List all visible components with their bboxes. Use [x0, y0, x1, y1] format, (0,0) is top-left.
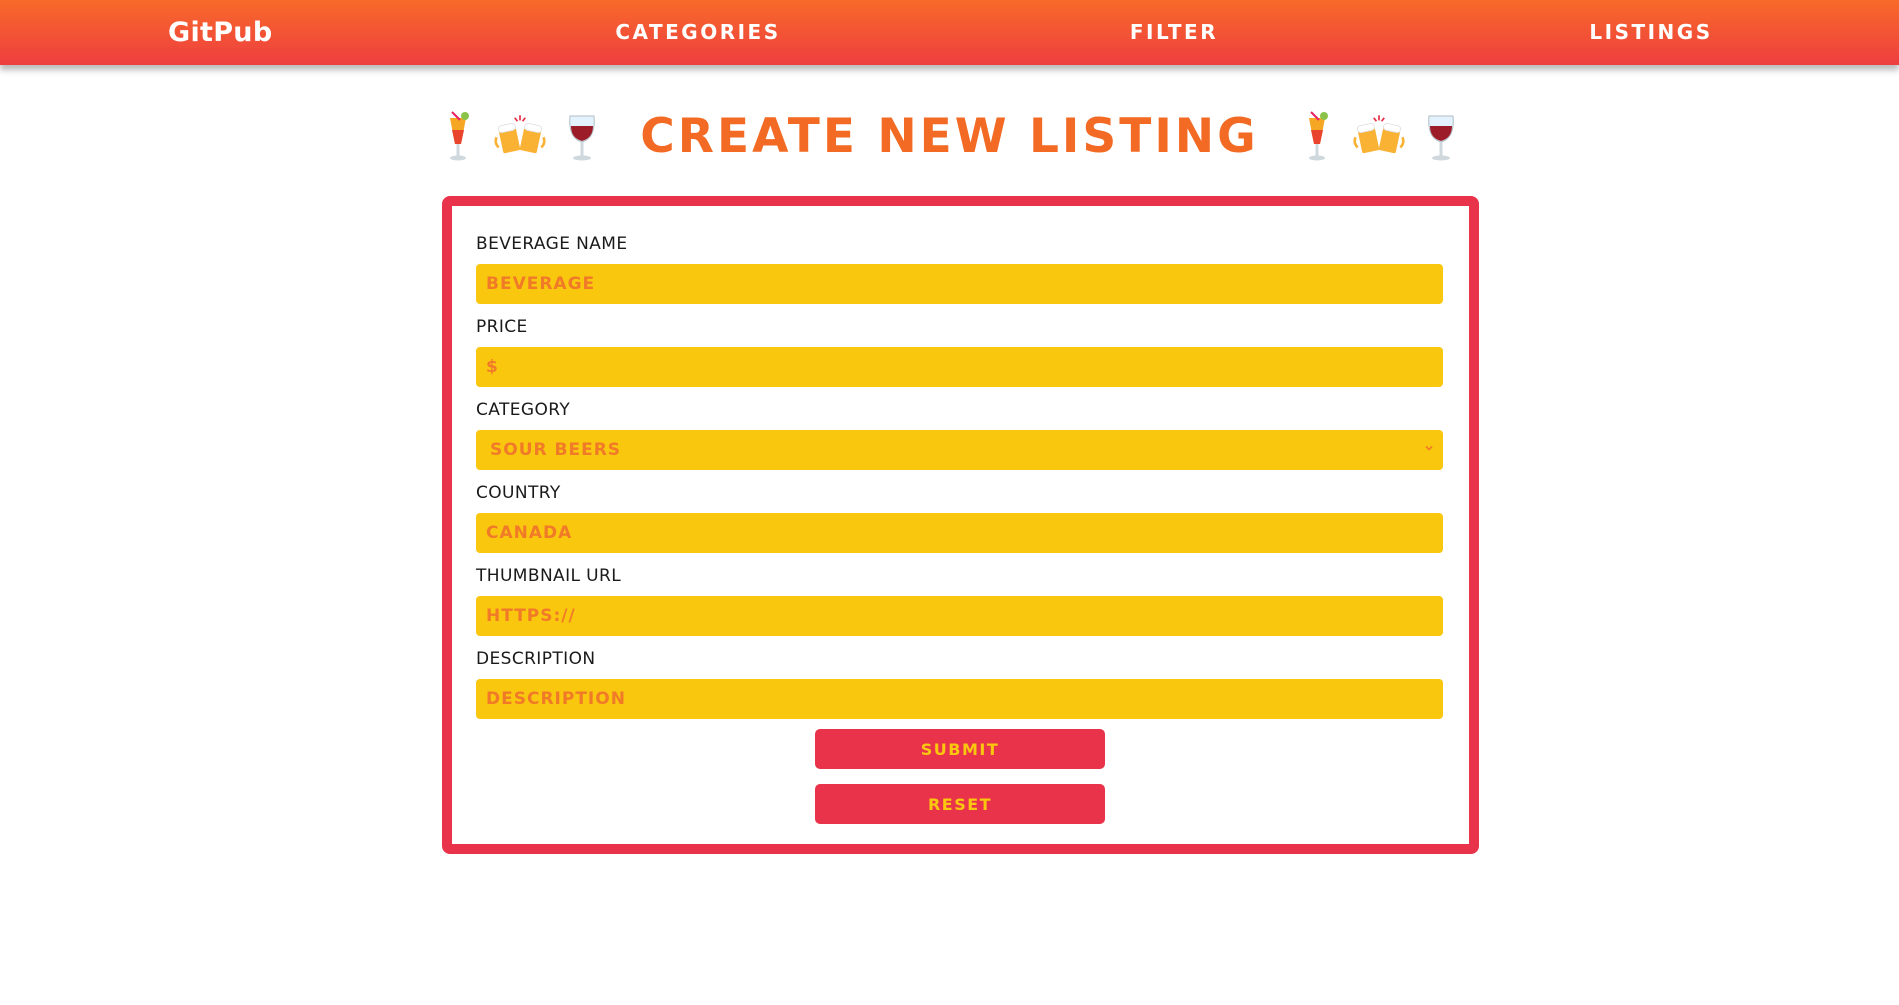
tropical-drink-icon	[450, 111, 470, 161]
category-label: CATEGORY	[476, 400, 571, 420]
price-input[interactable]	[476, 347, 1443, 387]
nav-link-listings[interactable]: LISTINGS	[1589, 0, 1712, 65]
submit-button[interactable]: SUBMIT	[815, 729, 1105, 769]
page-heading: CREATE NEW LISTING	[0, 100, 1899, 172]
chevron-down-icon	[1425, 445, 1433, 451]
thumbnail-url-field: THUMBNAIL URL	[476, 566, 1444, 636]
beverage-name-field: BEVERAGE NAME	[476, 234, 1444, 304]
wine-glass-icon	[569, 115, 596, 161]
clinking-beer-mugs-icon	[494, 115, 546, 154]
thumbnail-url-input[interactable]	[476, 596, 1443, 636]
price-label: PRICE	[476, 317, 528, 337]
country-field: COUNTRY	[476, 483, 1444, 553]
price-field: PRICE	[476, 317, 1444, 387]
category-field: CATEGORY SOUR BEERS	[476, 400, 1444, 470]
emoji-group-right	[1291, 106, 1467, 166]
beverage-name-input[interactable]	[476, 264, 1443, 304]
wine-glass-icon	[1427, 115, 1454, 161]
brand-logo-link[interactable]: GitPub	[168, 0, 272, 65]
country-label: COUNTRY	[476, 483, 561, 503]
tropical-drink-icon	[1308, 111, 1328, 161]
emoji-group-left	[432, 106, 608, 166]
category-select-wrapper: SOUR BEERS	[476, 430, 1444, 470]
nav-link-filter[interactable]: FILTER	[1130, 0, 1218, 65]
top-navbar: GitPub CATEGORIES FILTER LISTINGS	[0, 0, 1899, 65]
page-title: CREATE NEW LISTING	[640, 108, 1259, 164]
create-listing-form: BEVERAGE NAME PRICE CATEGORY SOUR BEERS …	[442, 196, 1479, 854]
beverage-name-label: BEVERAGE NAME	[476, 234, 628, 254]
reset-button[interactable]: RESET	[815, 784, 1105, 824]
description-label: DESCRIPTION	[476, 649, 596, 669]
thumbnail-url-label: THUMBNAIL URL	[476, 566, 622, 586]
country-input[interactable]	[476, 513, 1443, 553]
nav-link-categories[interactable]: CATEGORIES	[615, 0, 780, 65]
clinking-beer-mugs-icon	[1353, 115, 1405, 154]
category-select[interactable]: SOUR BEERS	[476, 430, 1443, 470]
description-input[interactable]	[476, 679, 1443, 719]
description-field: DESCRIPTION	[476, 649, 1444, 719]
